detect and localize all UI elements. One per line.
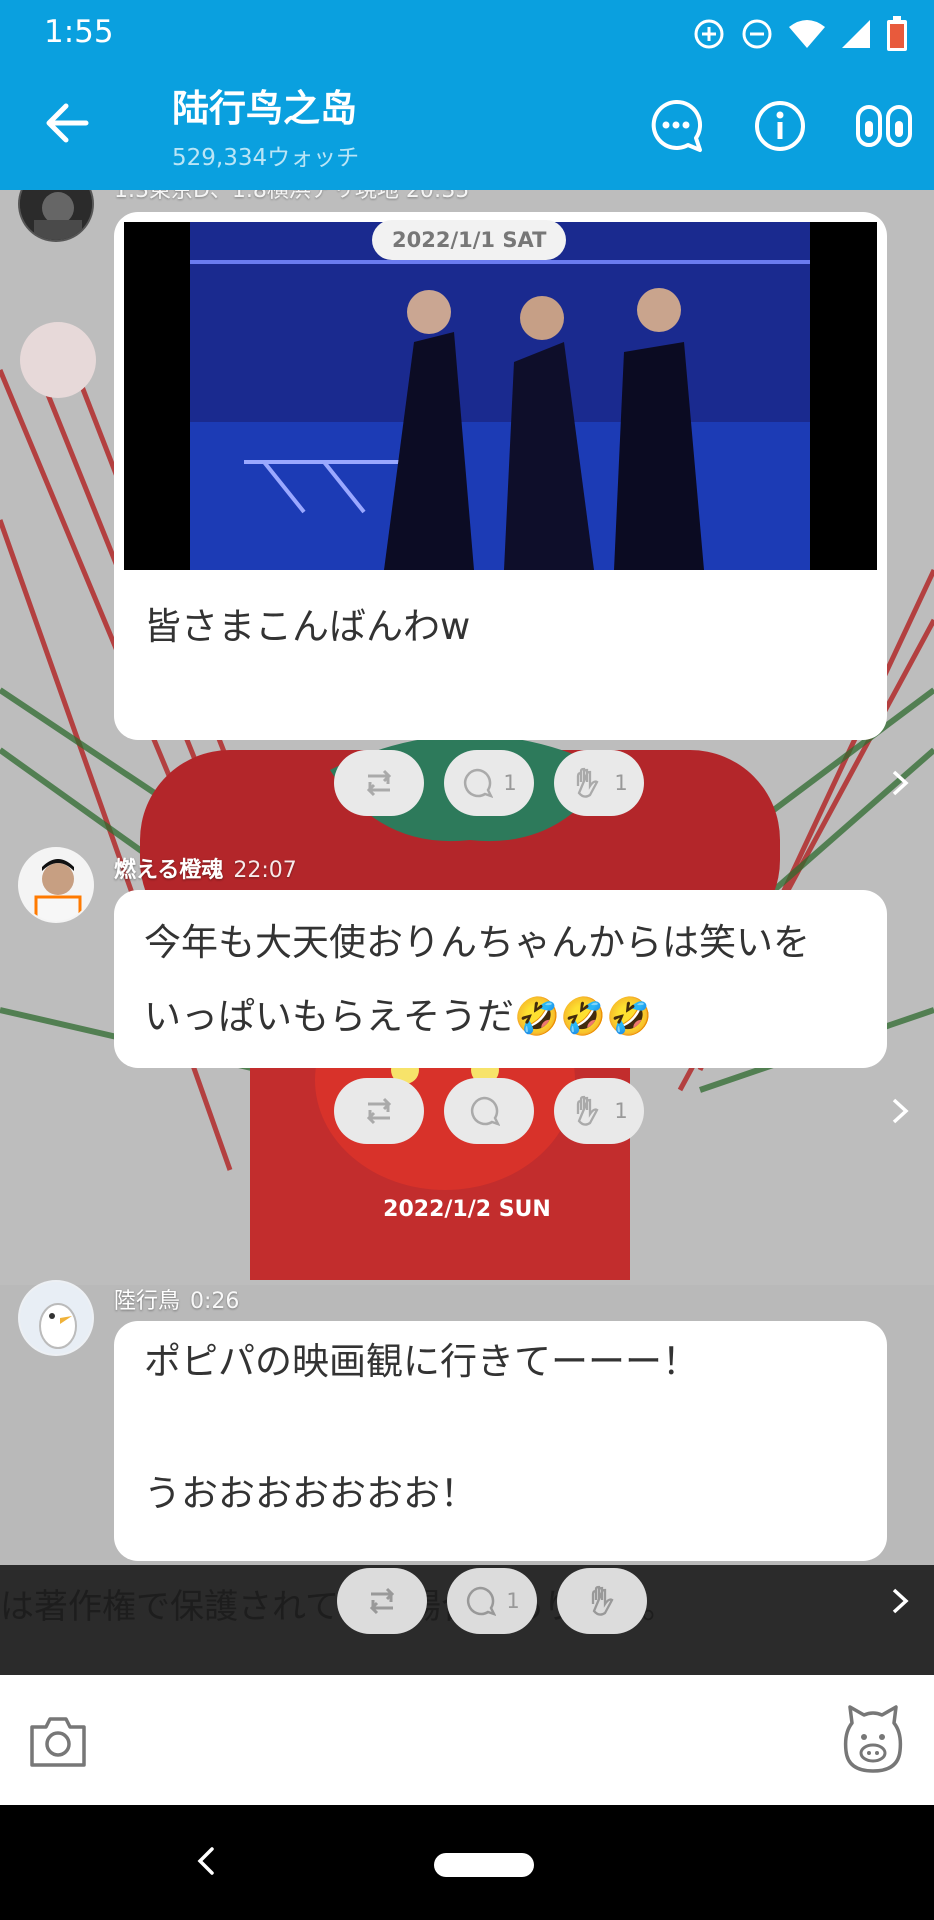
clap-button[interactable] xyxy=(557,1568,647,1634)
signal-icon xyxy=(842,20,870,48)
app-bar-actions xyxy=(644,94,916,158)
chat-button[interactable] xyxy=(644,94,708,158)
comment-button[interactable]: 1 xyxy=(447,1568,537,1634)
clap-button[interactable]: 1 xyxy=(554,750,644,816)
clap-icon xyxy=(591,1585,614,1616)
comment-count: 1 xyxy=(503,771,517,795)
author-avatar[interactable] xyxy=(18,847,94,923)
wifi-icon xyxy=(789,20,825,48)
repost-icon xyxy=(366,1097,392,1125)
comment-icon xyxy=(464,768,494,798)
back-arrow-icon[interactable] xyxy=(40,96,94,150)
comment-button[interactable] xyxy=(444,1078,534,1144)
status-bar: 1:55 xyxy=(0,0,934,66)
message-actions: 1 1 xyxy=(334,750,934,816)
status-time: 1:55 xyxy=(44,14,114,50)
message-actions: 1 xyxy=(334,1078,934,1144)
chevron-right-icon xyxy=(892,1098,909,1124)
clap-icon xyxy=(577,767,599,798)
info-icon xyxy=(755,101,805,151)
system-nav-bar xyxy=(0,1805,934,1920)
author-name[interactable]: 燃える橙魂 xyxy=(114,858,223,883)
app-bar: 陆行鸟之岛 529,334ウォッチ xyxy=(0,66,934,190)
watch-binoculars-icon xyxy=(856,105,912,147)
nav-back-icon[interactable] xyxy=(192,1841,222,1881)
message-bubble[interactable]: ポピパの映画観に行きてーーー！ うおおおおおおお！ xyxy=(114,1321,887,1561)
camera-icon[interactable] xyxy=(28,1711,88,1771)
repost-button[interactable] xyxy=(334,750,424,816)
repost-button[interactable] xyxy=(334,1078,424,1144)
date-badge: 2022/1/1 SAT xyxy=(372,220,567,260)
message-actions: 1 xyxy=(334,1568,934,1634)
author-name[interactable]: 陸行鳥 xyxy=(114,1289,180,1314)
message-time: 22:07 xyxy=(233,858,297,883)
message-bubble[interactable]: 今年も大天使おりんちゃんからは笑いを いっぱいもらえそうだ🤣🤣🤣 xyxy=(114,890,887,1068)
message-meta: 陸行鳥 0:26 xyxy=(114,1283,239,1315)
comment-icon xyxy=(467,1586,497,1616)
clap-count: 1 xyxy=(614,1099,628,1123)
attached-image[interactable] xyxy=(124,222,877,570)
comment-count: 1 xyxy=(506,1589,520,1613)
watch-button[interactable] xyxy=(852,94,916,158)
repost-icon xyxy=(366,769,392,797)
sticker-pig-icon[interactable] xyxy=(842,1703,904,1775)
date-separator: 2022/1/2 SUN xyxy=(383,1197,551,1222)
do-not-disturb-icon xyxy=(742,19,772,49)
group-title: 陆行鸟之岛 xyxy=(172,87,357,130)
comment-icon xyxy=(470,1096,500,1126)
message-meta-partial: 1.3東京D、1.8横浜アリ現地 20:35 xyxy=(114,190,469,204)
message-bubble[interactable]: 2022/1/1 SAT 皆さまこんばんわw xyxy=(114,212,887,740)
clap-button[interactable]: 1 xyxy=(554,1078,644,1144)
clap-icon xyxy=(577,1095,599,1126)
message-text: ポピパの映画観に行きてーーー！ うおおおおおおお！ xyxy=(144,1340,699,1515)
message-text: 皆さまこんばんわw xyxy=(144,605,471,648)
status-icons xyxy=(692,16,908,52)
repost-icon xyxy=(369,1587,395,1615)
chat-icon xyxy=(651,99,702,152)
composer-bar xyxy=(0,1675,934,1805)
repost-button[interactable] xyxy=(337,1568,427,1634)
message-meta: 燃える橙魂 22:07 xyxy=(114,852,297,884)
nav-home-pill[interactable] xyxy=(434,1853,534,1877)
chevron-right-icon xyxy=(892,1588,909,1614)
battery-icon xyxy=(887,16,907,51)
more-chevron[interactable] xyxy=(880,1578,920,1624)
message-text: 今年も大天使おりんちゃんからは笑いを いっぱいもらえそうだ🤣🤣🤣 xyxy=(144,921,810,1038)
info-button[interactable] xyxy=(748,94,812,158)
more-chevron[interactable] xyxy=(880,1088,920,1134)
watch-count: 529,334ウォッチ xyxy=(172,145,360,171)
more-chevron[interactable] xyxy=(880,760,920,806)
message-time: 0:26 xyxy=(190,1289,240,1314)
data-saver-icon xyxy=(694,19,724,49)
clap-count: 1 xyxy=(614,771,628,795)
author-avatar[interactable] xyxy=(18,1280,94,1356)
header-partial: 1.3東京D、1.8横浜アリ現地 20:35 xyxy=(114,190,470,203)
comment-button[interactable]: 1 xyxy=(444,750,534,816)
chevron-right-icon xyxy=(892,770,909,796)
chat-area[interactable]: は著作権で保護されている場合があります。 1.3東京D、1.8横浜アリ現地 20… xyxy=(0,190,934,1675)
